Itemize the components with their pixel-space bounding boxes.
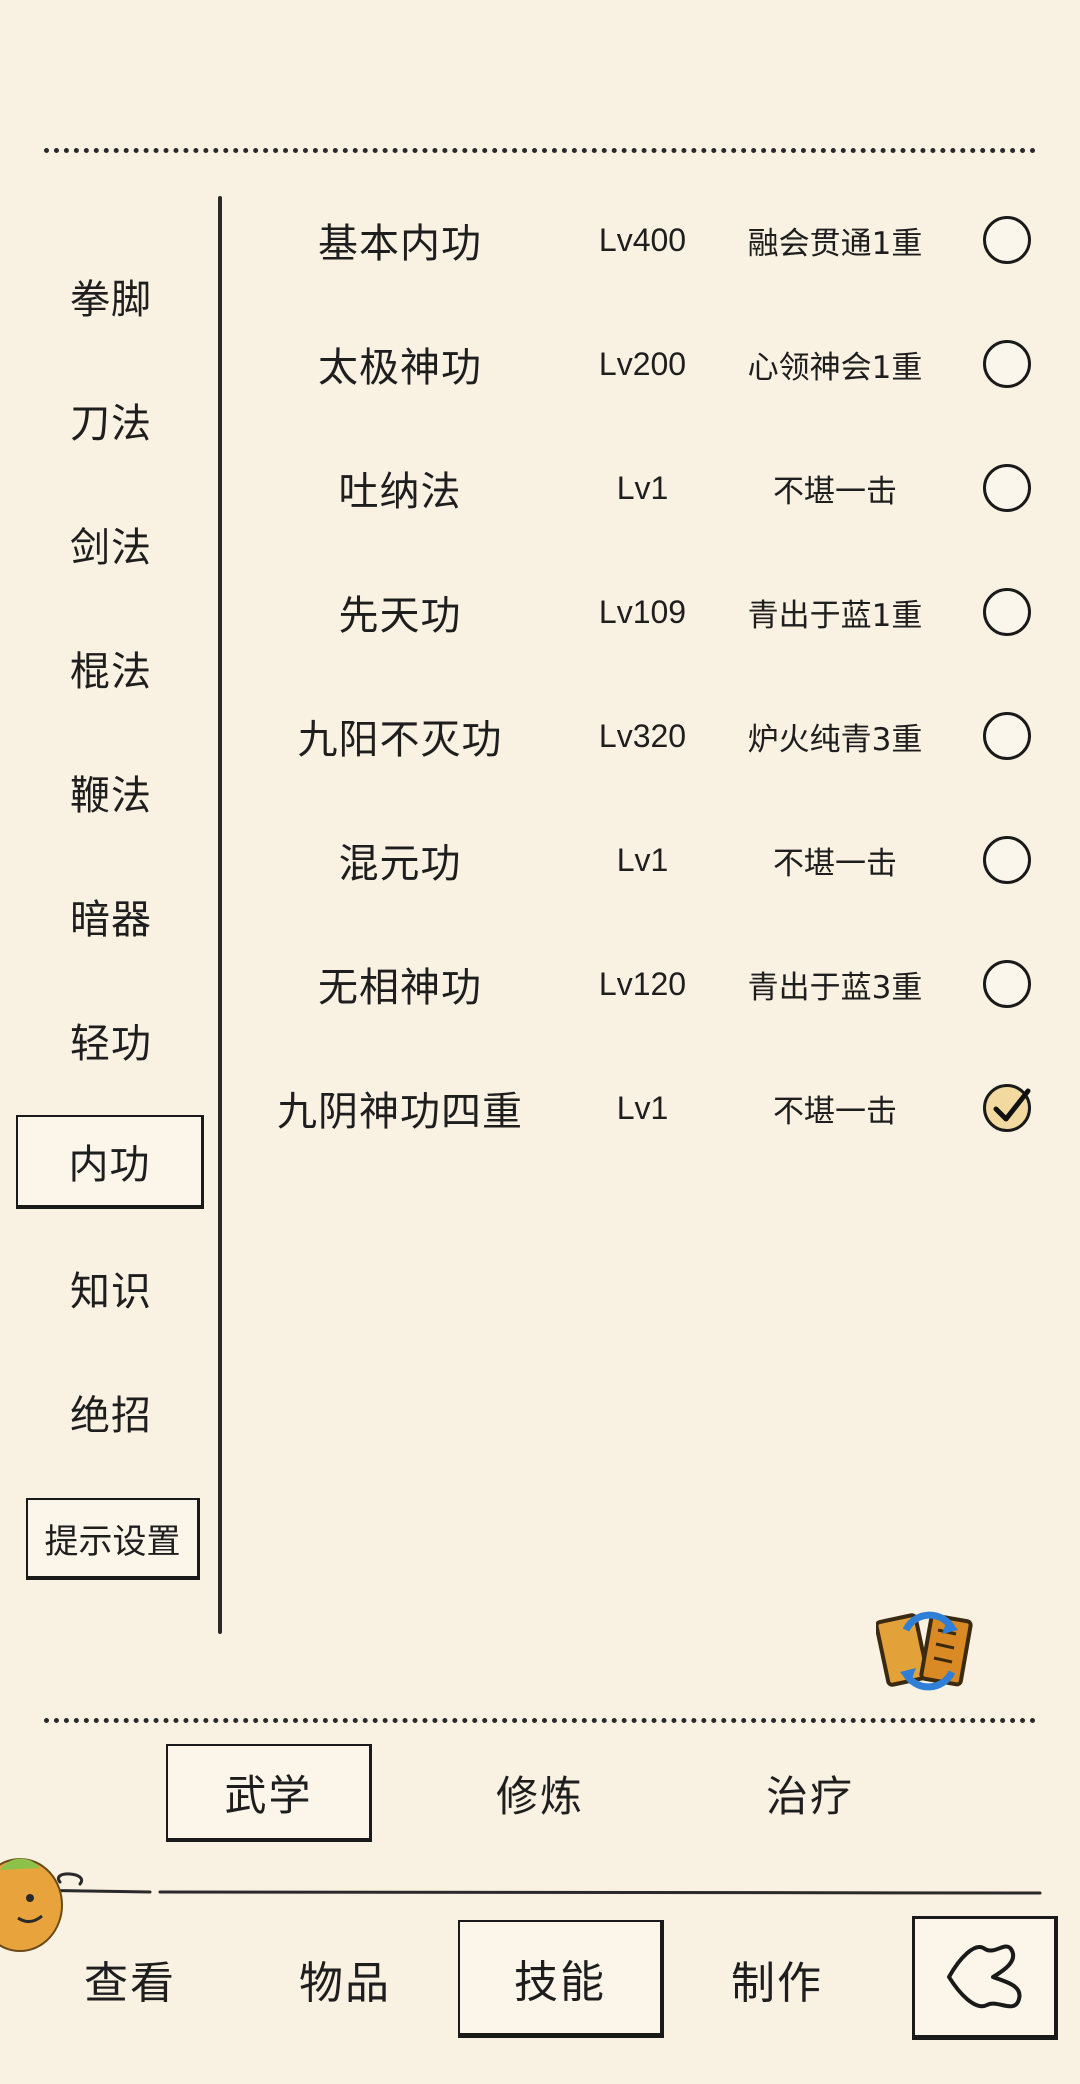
skill-row[interactable]: 先天功 Lv109 青出于蓝1重	[240, 562, 1040, 662]
skill-level: Lv109	[598, 593, 687, 630]
category-daofa[interactable]: 刀法	[36, 388, 186, 452]
skill-rank: 青出于蓝3重	[747, 969, 923, 1006]
top-dotted-divider	[44, 148, 1036, 153]
skill-row[interactable]: 无相神功 Lv120 青出于蓝3重	[240, 934, 1040, 1034]
skill-level: Lv120	[598, 965, 687, 1002]
skill-level: Lv400	[598, 221, 687, 258]
category-anqi[interactable]: 暗器	[36, 884, 186, 948]
subtab-wuxue[interactable]: 武学	[166, 1744, 372, 1842]
skill-rank: 不堪一击	[773, 473, 897, 510]
skill-rank: 心领神会1重	[747, 349, 923, 386]
skill-select-radio[interactable]	[983, 216, 1031, 264]
skill-rank: 炉火纯青3重	[747, 721, 923, 758]
category-zhishi[interactable]: 知识	[36, 1256, 186, 1320]
skill-select-radio[interactable]	[983, 588, 1031, 636]
skill-row[interactable]: 太极神功 Lv200 心领神会1重	[240, 314, 1040, 414]
skill-name: 吐纳法	[338, 469, 462, 515]
category-neigong[interactable]: 内功	[16, 1115, 204, 1209]
skill-name: 混元功	[338, 841, 462, 887]
skill-row[interactable]: 九阳不灭功 Lv320 炉火纯青3重	[240, 686, 1040, 786]
skill-select-radio[interactable]	[983, 340, 1031, 388]
subtab-xiulian[interactable]: 修炼	[440, 1744, 640, 1842]
skill-level: Lv200	[598, 345, 687, 382]
skill-row[interactable]: 基本内功 Lv400 融会贯通1重	[240, 190, 1040, 290]
skill-name: 九阳不灭功	[297, 717, 503, 763]
category-sidebar: 拳脚 刀法 剑法 棍法 鞭法 暗器 轻功 内功 知识 绝招 提示设置	[0, 200, 220, 1630]
skill-select-radio[interactable]	[983, 1084, 1031, 1132]
skill-name: 无相神功	[318, 965, 482, 1011]
skill-level: Lv320	[598, 717, 687, 754]
skill-select-radio[interactable]	[983, 960, 1031, 1008]
checkmark-icon	[993, 1088, 1031, 1122]
back-button[interactable]	[912, 1916, 1058, 2040]
skill-level: Lv1	[616, 841, 669, 878]
category-juezhao[interactable]: 绝招	[36, 1380, 186, 1444]
nav-divider	[18, 1872, 1042, 1895]
nav-wupin[interactable]: 物品	[265, 1920, 425, 2038]
skill-name: 先天功	[338, 593, 462, 639]
category-gunfa[interactable]: 棍法	[36, 636, 186, 700]
skill-name: 基本内功	[318, 221, 482, 267]
bottom-dotted-divider	[44, 1718, 1036, 1723]
skill-select-radio[interactable]	[983, 712, 1031, 760]
category-quanjiao[interactable]: 拳脚	[36, 264, 186, 328]
skill-level: Lv1	[616, 469, 669, 506]
back-arrow-icon	[947, 1944, 1022, 2009]
skill-rank: 青出于蓝1重	[747, 597, 923, 634]
skill-select-radio[interactable]	[983, 836, 1031, 884]
skill-rank: 融会贯通1重	[747, 225, 923, 262]
category-qinggong[interactable]: 轻功	[36, 1008, 186, 1072]
subtab-zhiliao[interactable]: 治疗	[710, 1744, 910, 1842]
category-jianfa[interactable]: 剑法	[36, 512, 186, 576]
skill-select-radio[interactable]	[983, 464, 1031, 512]
swap-refresh-icon[interactable]	[876, 1600, 982, 1700]
skill-row[interactable]: 混元功 Lv1 不堪一击	[240, 810, 1040, 910]
skill-name: 太极神功	[318, 345, 482, 391]
nav-zhizuo[interactable]: 制作	[697, 1920, 857, 2038]
skill-level: Lv1	[616, 1089, 669, 1126]
nav-chakan[interactable]: 查看	[50, 1920, 210, 2038]
skill-name: 九阴神功四重	[277, 1089, 523, 1135]
nav-jineng[interactable]: 技能	[458, 1920, 664, 2038]
skill-rank: 不堪一击	[773, 1093, 897, 1130]
sidebar-divider	[218, 196, 222, 1634]
category-bianfa[interactable]: 鞭法	[36, 760, 186, 824]
hint-settings-button[interactable]: 提示设置	[26, 1498, 200, 1580]
skill-row[interactable]: 九阴神功四重 Lv1 不堪一击	[240, 1058, 1040, 1158]
skill-row[interactable]: 吐纳法 Lv1 不堪一击	[240, 438, 1040, 538]
skill-rank: 不堪一击	[773, 845, 897, 882]
